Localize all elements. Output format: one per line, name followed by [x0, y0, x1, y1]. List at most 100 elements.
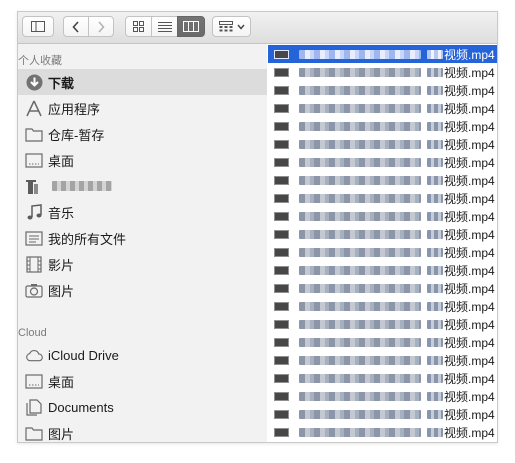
file-name-suffix: 视频.mp4: [444, 263, 495, 278]
chevron-left-icon: [72, 20, 79, 33]
file-row[interactable]: 视频.mp4: [268, 369, 497, 387]
sidebar-item-label: 桌面: [48, 153, 75, 169]
icloud-icon: [25, 346, 43, 364]
file-row[interactable]: 视频.mp4: [268, 63, 497, 81]
sidebar-item-downloads[interactable]: 下载: [18, 69, 267, 95]
sidebar-item-applications[interactable]: 应用程序: [18, 95, 267, 121]
sidebar-item-label: iCloud Drive: [48, 347, 119, 363]
sidebar-item-label: 影片: [48, 257, 75, 273]
file-row[interactable]: 视频.mp4: [268, 45, 497, 63]
file-name-suffix: 视频.mp4: [444, 119, 495, 134]
sidebar-toggle-button[interactable]: [22, 16, 54, 37]
file-row[interactable]: 视频.mp4: [268, 225, 497, 243]
file-row[interactable]: 视频.mp4: [268, 99, 497, 117]
file-name-suffix: 视频.mp4: [444, 407, 495, 422]
column-view-button[interactable]: [177, 16, 205, 37]
list-view-button[interactable]: [151, 16, 178, 37]
redacted-filename: [299, 247, 421, 257]
file-row[interactable]: 视频.mp4: [268, 297, 497, 315]
video-thumbnail-icon: [274, 49, 289, 59]
redacted-filename-tail: [427, 355, 443, 365]
redacted-filename-tail: [427, 229, 443, 239]
video-thumbnail-icon: [274, 229, 289, 239]
redacted-filename-tail: [427, 301, 443, 311]
forward-button[interactable]: [88, 16, 114, 37]
file-name-suffix: 视频.mp4: [444, 173, 495, 188]
sidebar-item-label: 音乐: [48, 205, 75, 221]
camera-icon: [25, 281, 43, 299]
list-icon: [157, 22, 172, 32]
redacted-filename-tail: [427, 373, 443, 383]
sidebar-item-music[interactable]: 音乐: [18, 199, 267, 225]
file-row[interactable]: 视频.mp4: [268, 423, 497, 441]
file-name-suffix: 视频.mp4: [444, 191, 495, 206]
video-thumbnail-icon: [274, 337, 289, 347]
file-row[interactable]: 视频.mp4: [268, 351, 497, 369]
video-thumbnail-icon: [274, 319, 289, 329]
file-row[interactable]: 视频.mp4: [268, 135, 497, 153]
redacted-filename-tail: [427, 337, 443, 347]
file-name-suffix: 视频.mp4: [444, 389, 495, 404]
back-button[interactable]: [63, 16, 89, 37]
redacted-filename: [299, 85, 421, 95]
video-thumbnail-icon: [274, 283, 289, 293]
sidebar-item-icloud-drive[interactable]: iCloud Drive: [18, 342, 267, 368]
sidebar-item-all-files[interactable]: 我的所有文件: [18, 225, 267, 251]
file-row[interactable]: 视频.mp4: [268, 333, 497, 351]
redacted-filename: [299, 211, 421, 221]
file-name-suffix: 视频.mp4: [444, 83, 495, 98]
file-name-suffix: 视频.mp4: [444, 209, 495, 224]
cloud-header: Cloud: [18, 327, 47, 339]
redacted-filename-tail: [427, 121, 443, 131]
sidebar-item-cloud-desktop[interactable]: 桌面: [18, 368, 267, 394]
file-row[interactable]: 视频.mp4: [268, 81, 497, 99]
file-row[interactable]: 视频.mp4: [268, 261, 497, 279]
file-name-suffix: 视频.mp4: [444, 353, 495, 368]
sidebar-item-pictures[interactable]: 图片: [18, 277, 267, 303]
all-files-icon: [25, 229, 43, 247]
redacted-filename: [299, 319, 421, 329]
video-thumbnail-icon: [274, 265, 289, 275]
file-row[interactable]: 视频.mp4: [268, 171, 497, 189]
video-thumbnail-icon: [274, 175, 289, 185]
sidebar-item-cloud-pictures[interactable]: 图片: [18, 420, 267, 442]
file-row[interactable]: 视频.mp4: [268, 279, 497, 297]
video-thumbnail-icon: [274, 193, 289, 203]
file-row[interactable]: 视频.mp4: [268, 117, 497, 135]
video-thumbnail-icon: [274, 391, 289, 401]
grid-icon: [133, 21, 144, 32]
redacted-filename: [299, 139, 421, 149]
arrange-button[interactable]: [212, 16, 251, 37]
sidebar-item-documents[interactable]: Documents: [18, 394, 267, 420]
redacted-filename-tail: [427, 85, 443, 95]
sidebar-item-label: 图片: [48, 283, 75, 299]
file-row[interactable]: 视频.mp4: [268, 405, 497, 423]
sidebar-item-desktop[interactable]: 桌面: [18, 147, 267, 173]
sidebar-item-movies[interactable]: 影片: [18, 251, 267, 277]
file-row[interactable]: 视频.mp4: [268, 387, 497, 405]
video-thumbnail-icon: [274, 373, 289, 383]
file-name-suffix: 视频.mp4: [444, 245, 495, 260]
video-thumbnail-icon: [274, 355, 289, 365]
file-row[interactable]: 视频.mp4: [268, 189, 497, 207]
file-row[interactable]: 视频.mp4: [268, 207, 497, 225]
redacted-filename-tail: [427, 283, 443, 293]
file-row[interactable]: 视频.mp4: [268, 243, 497, 261]
redacted-filename-tail: [427, 427, 443, 437]
redacted-filename: [299, 373, 421, 383]
redacted-filename-tail: [427, 49, 443, 59]
redacted-filename: [299, 121, 421, 131]
arrange-icon: [218, 21, 233, 32]
file-row[interactable]: 视频.mp4: [268, 315, 497, 333]
chevron-right-icon: [98, 20, 105, 33]
redacted-filename-tail: [427, 319, 443, 329]
icon-view-button[interactable]: [125, 16, 152, 37]
sidebar-item-storage-temp[interactable]: 仓库-暂存: [18, 121, 267, 147]
redacted-filename-tail: [427, 409, 443, 419]
file-row[interactable]: 视频.mp4: [268, 153, 497, 171]
redacted-filename: [299, 193, 421, 203]
video-thumbnail-icon: [274, 427, 289, 437]
download-icon: [25, 73, 43, 91]
sidebar-item-user-home[interactable]: [18, 173, 267, 199]
music-icon: [25, 203, 43, 221]
